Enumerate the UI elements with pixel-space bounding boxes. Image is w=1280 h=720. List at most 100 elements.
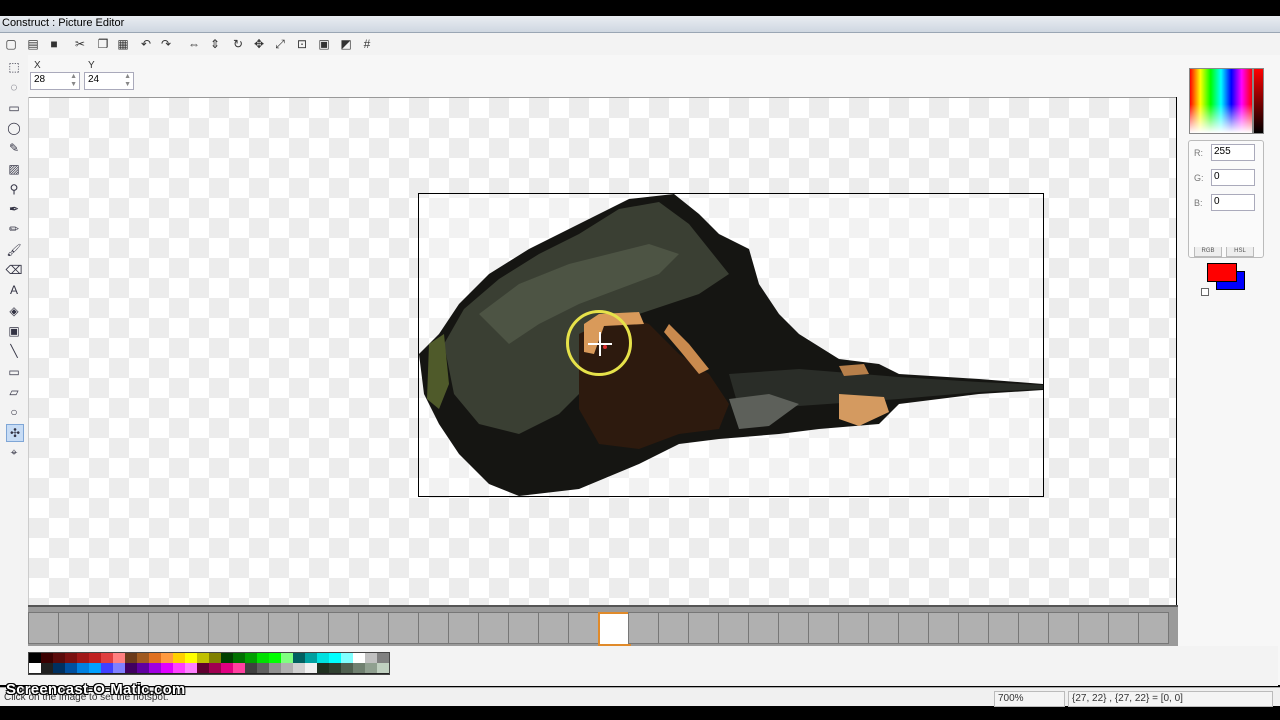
palette-swatch[interactable] — [173, 663, 185, 673]
palette-swatch[interactable] — [317, 653, 329, 663]
zoom-tool-icon[interactable]: ⚲ — [6, 181, 22, 197]
palette-swatch[interactable] — [341, 663, 353, 673]
frame-thumbnail[interactable] — [178, 612, 209, 644]
palette-swatch[interactable] — [113, 653, 125, 663]
frame-thumbnail[interactable] — [1018, 612, 1049, 644]
hotspot-tool-icon[interactable]: ✣ — [6, 424, 24, 443]
lasso-tool-icon[interactable]: ◌ — [6, 79, 22, 95]
effects-icon[interactable]: ◩ — [338, 36, 354, 52]
palette-swatch[interactable] — [53, 663, 65, 673]
palette-swatch[interactable] — [77, 663, 89, 673]
frame-thumbnail[interactable] — [898, 612, 929, 644]
fill-tool-icon[interactable]: ◈ — [6, 303, 22, 319]
eraser-tool-icon[interactable]: ⌫ — [6, 262, 23, 278]
frame-thumbnail[interactable] — [1078, 612, 1109, 644]
palette-swatch[interactable] — [89, 653, 101, 663]
frame-thumbnail[interactable] — [118, 612, 149, 644]
palette-swatch[interactable] — [161, 653, 173, 663]
palette-swatch[interactable] — [233, 663, 245, 673]
frame-thumbnail[interactable] — [268, 612, 299, 644]
frame-thumbnail[interactable] — [208, 612, 239, 644]
palette-swatch[interactable] — [197, 663, 209, 673]
frame-thumbnail[interactable] — [448, 612, 479, 644]
frame-thumbnail[interactable] — [478, 612, 509, 644]
palette-swatch[interactable] — [209, 663, 221, 673]
frame-thumbnail[interactable] — [1138, 612, 1169, 644]
redo-icon[interactable]: ↷ — [158, 36, 174, 52]
palette-swatch[interactable] — [305, 663, 317, 673]
frame-thumbnail[interactable] — [328, 612, 359, 644]
action-point-tool-icon[interactable]: ⌖ — [6, 445, 22, 461]
spin-arrows-icon[interactable]: ▲ ▼ — [124, 73, 131, 89]
open-icon[interactable]: ▤ — [25, 36, 41, 52]
frame-thumbnail[interactable] — [808, 612, 839, 644]
palette-swatch[interactable] — [53, 653, 65, 663]
palette-swatch[interactable] — [293, 663, 305, 673]
undo-icon[interactable]: ↶ — [138, 36, 154, 52]
spin-arrows-icon[interactable]: ▲ ▼ — [70, 73, 77, 89]
stamp-tool-icon[interactable]: ▣ — [6, 323, 22, 339]
frame-thumbnail[interactable] — [58, 612, 89, 644]
crop-icon[interactable]: ⊡ — [294, 36, 310, 52]
tab-rgb[interactable]: RGB — [1194, 247, 1222, 257]
paste-icon[interactable]: ▦ — [115, 36, 131, 52]
text-tool-icon[interactable]: A — [6, 282, 22, 298]
frame-thumbnail[interactable] — [748, 612, 779, 644]
frame-thumbnail[interactable] — [838, 612, 869, 644]
palette-swatch[interactable] — [341, 653, 353, 663]
frame-thumbnail[interactable] — [148, 612, 179, 644]
grid-icon[interactable]: # — [359, 36, 375, 52]
x-spinbox[interactable]: 28 ▲ ▼ — [30, 72, 80, 90]
new-icon[interactable]: ▢ — [3, 36, 19, 52]
select-tool-icon[interactable]: ⬚ — [6, 59, 22, 75]
flip-vertical-icon[interactable]: ⇕ — [207, 36, 223, 52]
reset-colors-icon[interactable] — [1201, 288, 1209, 296]
frame-thumbnail[interactable] — [688, 612, 719, 644]
selected-frame-thumbnail[interactable] — [598, 612, 631, 646]
frame-thumbnail[interactable] — [988, 612, 1019, 644]
brightness-slider[interactable] — [1253, 68, 1264, 134]
rectangle-tool-icon[interactable]: ▭ — [6, 364, 22, 380]
palette-swatch[interactable] — [233, 653, 245, 663]
palette-swatch[interactable] — [113, 663, 125, 673]
move-icon[interactable]: ✥ — [251, 36, 267, 52]
palette-swatch[interactable] — [365, 663, 377, 673]
b-spinbox[interactable]: 0 — [1211, 194, 1255, 211]
save-icon[interactable]: ■ — [46, 36, 62, 52]
palette-swatch[interactable] — [221, 663, 233, 673]
copy-icon[interactable]: ❐ — [95, 36, 111, 52]
palette-swatch[interactable] — [281, 663, 293, 673]
pencil-tool-icon[interactable]: ✏ — [6, 221, 22, 237]
palette-swatch[interactable] — [305, 653, 317, 663]
palette-swatch[interactable] — [221, 653, 233, 663]
palette-swatch[interactable] — [137, 663, 149, 673]
polygon-tool-icon[interactable]: ▱ — [6, 384, 22, 400]
palette-swatch[interactable] — [257, 663, 269, 673]
frame-thumbnail[interactable] — [388, 612, 419, 644]
frame-thumbnail[interactable] — [568, 612, 599, 644]
g-spinbox[interactable]: 0 — [1211, 169, 1255, 186]
palette-swatch[interactable] — [365, 653, 377, 663]
frame-thumbnail[interactable] — [778, 612, 809, 644]
palette-swatch[interactable] — [29, 663, 41, 673]
palette-swatch[interactable] — [161, 663, 173, 673]
ellipse-select-tool-icon[interactable]: ◯ — [6, 120, 22, 136]
frame-thumbnail[interactable] — [868, 612, 899, 644]
palette-swatch[interactable] — [185, 653, 197, 663]
palette-swatch[interactable] — [209, 653, 221, 663]
hue-saturation-picker[interactable] — [1189, 68, 1253, 134]
palette-swatch[interactable] — [257, 653, 269, 663]
palette-swatch[interactable] — [125, 663, 137, 673]
palette-swatch[interactable] — [281, 653, 293, 663]
r-spinbox[interactable]: 255 — [1211, 144, 1255, 161]
image-tool-icon[interactable]: ▨ — [6, 161, 22, 177]
frame-thumbnail[interactable] — [958, 612, 989, 644]
palette-swatch[interactable] — [101, 663, 113, 673]
frame-thumbnail[interactable] — [628, 612, 659, 644]
resize-icon[interactable]: ⤢ — [272, 36, 288, 52]
palette-swatch[interactable] — [269, 663, 281, 673]
palette-swatch[interactable] — [77, 653, 89, 663]
rect-select-tool-icon[interactable]: ▭ — [6, 100, 22, 116]
palette-swatch[interactable] — [269, 653, 281, 663]
palette-swatch[interactable] — [89, 663, 101, 673]
